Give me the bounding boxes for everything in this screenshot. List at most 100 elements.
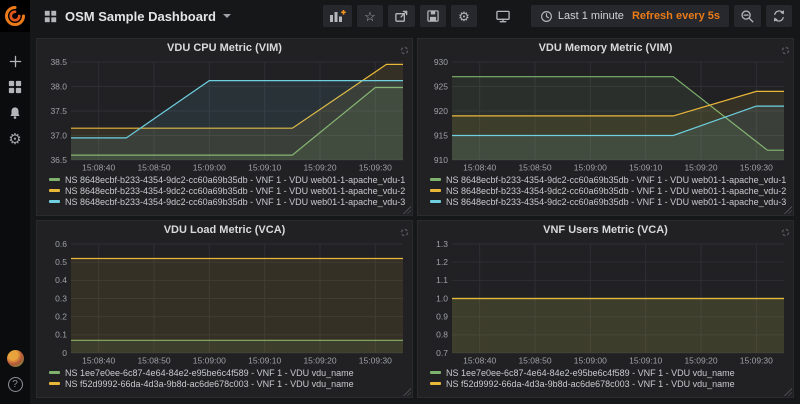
time-range-label: Last 1 minute: [558, 10, 624, 22]
legend-series-label: NS 8648ecbf-b233-4354-9dc2-cc60a69b35db …: [446, 175, 786, 185]
svg-text:15:09:20: 15:09:20: [684, 163, 717, 173]
svg-text:15:08:40: 15:08:40: [82, 356, 115, 366]
svg-text:15:09:00: 15:09:00: [193, 356, 226, 366]
grafana-logo-icon[interactable]: [0, 0, 30, 32]
panel-resize-handle[interactable]: [783, 387, 792, 396]
navbar: OSM Sample Dashboard ☆ ⚙: [30, 0, 800, 32]
legend-series-color-dash: [49, 189, 60, 192]
svg-text:930: 930: [434, 58, 448, 67]
svg-text:15:09:30: 15:09:30: [740, 356, 773, 366]
svg-text:0.6: 0.6: [55, 240, 67, 249]
svg-text:15:09:30: 15:09:30: [359, 356, 392, 366]
dashboard-settings-button[interactable]: ⚙: [451, 5, 477, 27]
svg-text:15:09:00: 15:09:00: [574, 356, 607, 366]
legend-series-color-dash: [430, 382, 441, 385]
svg-text:0.9: 0.9: [436, 311, 448, 321]
legend-item[interactable]: NS 8648ecbf-b233-4354-9dc2-cc60a69b35db …: [430, 174, 789, 185]
legend-item[interactable]: NS 1ee7e0ee-6c87-4e64-84e2-e95be6c4f589 …: [49, 367, 408, 378]
svg-text:0.5: 0.5: [55, 257, 67, 267]
svg-text:15:08:40: 15:08:40: [463, 163, 496, 173]
svg-text:15:08:40: 15:08:40: [463, 356, 496, 366]
monitor-icon: [495, 9, 511, 24]
configuration-gear-icon[interactable]: ⚙: [0, 126, 30, 152]
dashboard-picker-grid-icon[interactable]: [44, 10, 57, 23]
help-icon[interactable]: ?: [8, 377, 23, 392]
legend-vdu-memory-metric: NS 8648ecbf-b233-4354-9dc2-cc60a69b35db …: [422, 174, 789, 207]
svg-text:15:09:30: 15:09:30: [359, 163, 392, 173]
legend-item[interactable]: NS 8648ecbf-b233-4354-9dc2-cc60a69b35db …: [430, 185, 789, 196]
svg-text:0.7: 0.7: [436, 348, 448, 358]
legend-series-label: NS 8648ecbf-b233-4354-9dc2-cc60a69b35db …: [65, 197, 405, 207]
refresh-dashboard-button[interactable]: [766, 5, 792, 27]
dashboard-title[interactable]: OSM Sample Dashboard: [65, 9, 216, 24]
legend-item[interactable]: NS 8648ecbf-b233-4354-9dc2-cc60a69b35db …: [49, 185, 408, 196]
star-dashboard-button[interactable]: ☆: [357, 5, 383, 27]
panel-resize-handle[interactable]: [783, 205, 792, 214]
svg-text:15:09:20: 15:09:20: [684, 356, 717, 366]
panel-title[interactable]: VDU CPU Metric (VIM): [41, 39, 408, 58]
save-dashboard-button[interactable]: [420, 5, 446, 27]
time-range-picker[interactable]: Last 1 minute Refresh every 5s: [531, 5, 729, 27]
panel-title[interactable]: VDU Load Metric (VCA): [41, 221, 408, 240]
cycle-view-mode-button[interactable]: [489, 5, 517, 27]
legend-series-color-dash: [430, 189, 441, 192]
panel-vnf-users-metric: VNF Users Metric (VCA) 0.70.80.91.01.11.…: [417, 220, 794, 398]
share-icon: [394, 9, 409, 24]
panel-resize-handle[interactable]: [402, 387, 411, 396]
magnifier-icon: [740, 9, 755, 24]
gear-icon: ⚙: [458, 10, 470, 23]
svg-text:0.4: 0.4: [55, 275, 67, 285]
create-plus-icon[interactable]: [0, 48, 30, 74]
svg-text:15:09:10: 15:09:10: [629, 163, 662, 173]
legend-series-label: NS 8648ecbf-b233-4354-9dc2-cc60a69b35db …: [446, 197, 786, 207]
alerting-bell-icon[interactable]: [0, 100, 30, 126]
legend-vdu-cpu-metric: NS 8648ecbf-b233-4354-9dc2-cc60a69b35db …: [41, 174, 408, 207]
zoom-out-time-button[interactable]: [734, 5, 761, 27]
chart-vnf-users-metric[interactable]: 0.70.80.91.01.11.21.315:08:4015:08:5015:…: [422, 240, 789, 366]
chart-vdu-cpu-metric[interactable]: 36.537.037.538.038.515:08:4015:08:5015:0…: [41, 58, 408, 173]
svg-text:0: 0: [62, 348, 67, 358]
svg-text:37.0: 37.0: [50, 130, 67, 140]
panel-resize-handle[interactable]: [402, 205, 411, 214]
panel-vdu-load-metric: VDU Load Metric (VCA) 00.10.20.30.40.50.…: [36, 220, 413, 398]
svg-text:0.2: 0.2: [55, 311, 67, 321]
svg-text:915: 915: [434, 130, 448, 140]
legend-item[interactable]: NS 8648ecbf-b233-4354-9dc2-cc60a69b35db …: [49, 174, 408, 185]
share-dashboard-button[interactable]: [388, 5, 415, 27]
legend-vnf-users-metric: NS 1ee7e0ee-6c87-4e64-84e2-e95be6c4f589 …: [422, 367, 789, 389]
panel-title[interactable]: VNF Users Metric (VCA): [422, 221, 789, 240]
panel-vdu-cpu-metric: VDU CPU Metric (VIM) 36.537.037.538.038.…: [36, 38, 413, 216]
panel-refresh-spinner-icon: [400, 42, 409, 60]
legend-series-label: NS 8648ecbf-b233-4354-9dc2-cc60a69b35db …: [65, 186, 405, 196]
svg-text:1.1: 1.1: [436, 275, 448, 285]
legend-vdu-load-metric: NS 1ee7e0ee-6c87-4e64-84e2-e95be6c4f589 …: [41, 367, 408, 389]
legend-item[interactable]: NS f52d9992-66da-4d3a-9b8d-ac6de678c003 …: [430, 378, 789, 389]
sidebar: ⚙ ?: [0, 0, 30, 404]
dashboard-title-caret-icon[interactable]: [223, 14, 231, 18]
star-icon: ☆: [364, 10, 376, 23]
svg-text:1.3: 1.3: [436, 240, 448, 249]
chart-vdu-load-metric[interactable]: 00.10.20.30.40.50.615:08:4015:08:5015:09…: [41, 240, 408, 366]
panel-refresh-spinner-icon: [781, 224, 790, 242]
chart-vdu-memory-metric[interactable]: 91091592092593015:08:4015:08:5015:09:001…: [422, 58, 789, 173]
legend-series-color-dash: [430, 200, 441, 203]
user-avatar[interactable]: [7, 350, 24, 367]
legend-item[interactable]: NS 8648ecbf-b233-4354-9dc2-cc60a69b35db …: [49, 196, 408, 207]
svg-text:15:09:20: 15:09:20: [303, 356, 336, 366]
panel-title[interactable]: VDU Memory Metric (VIM): [422, 39, 789, 58]
svg-text:15:08:50: 15:08:50: [518, 163, 551, 173]
svg-text:38.0: 38.0: [50, 81, 67, 91]
svg-text:15:09:00: 15:09:00: [574, 163, 607, 173]
clock-icon: [540, 10, 553, 23]
legend-item[interactable]: NS f52d9992-66da-4d3a-9b8d-ac6de678c003 …: [49, 378, 408, 389]
svg-text:0.3: 0.3: [55, 293, 67, 303]
svg-text:925: 925: [434, 81, 448, 91]
legend-series-color-dash: [430, 371, 441, 374]
legend-item[interactable]: NS 1ee7e0ee-6c87-4e64-84e2-e95be6c4f589 …: [430, 367, 789, 378]
legend-series-color-dash: [430, 178, 441, 181]
dashboard-grid: VDU CPU Metric (VIM) 36.537.037.538.038.…: [30, 32, 800, 404]
legend-series-label: NS f52d9992-66da-4d3a-9b8d-ac6de678c003 …: [65, 379, 354, 389]
add-panel-button[interactable]: [323, 5, 352, 27]
dashboards-icon[interactable]: [0, 74, 30, 100]
legend-item[interactable]: NS 8648ecbf-b233-4354-9dc2-cc60a69b35db …: [430, 196, 789, 207]
